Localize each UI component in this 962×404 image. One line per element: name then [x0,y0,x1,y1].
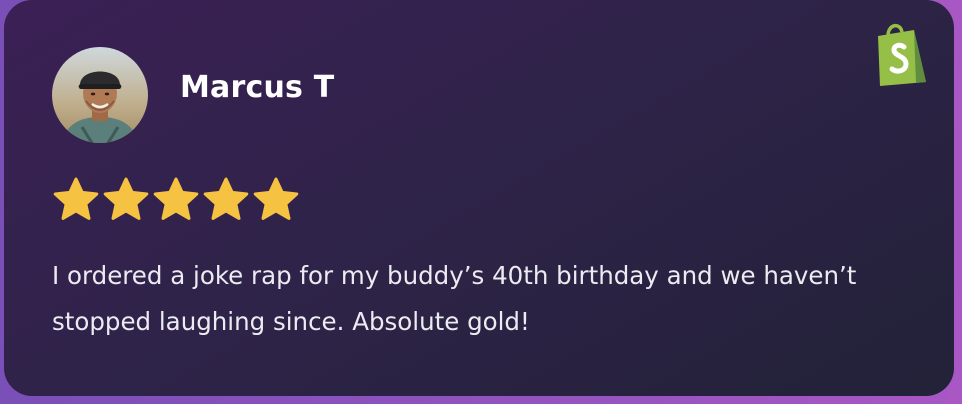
reviewer-photo [52,47,148,143]
star-icon [253,177,299,220]
star-icon [153,177,199,220]
star-icon [103,177,149,220]
review-card: Marcus T I ordered a joke rap for my bud… [4,0,954,396]
shopify-bag-icon [870,20,930,88]
star-icon [53,177,99,220]
rating-stars [52,176,300,222]
review-text: I ordered a joke rap for my buddy’s 40th… [52,261,857,336]
avatar [52,47,148,143]
star-icon [203,177,249,220]
reviewer-name: Marcus T [180,70,335,105]
